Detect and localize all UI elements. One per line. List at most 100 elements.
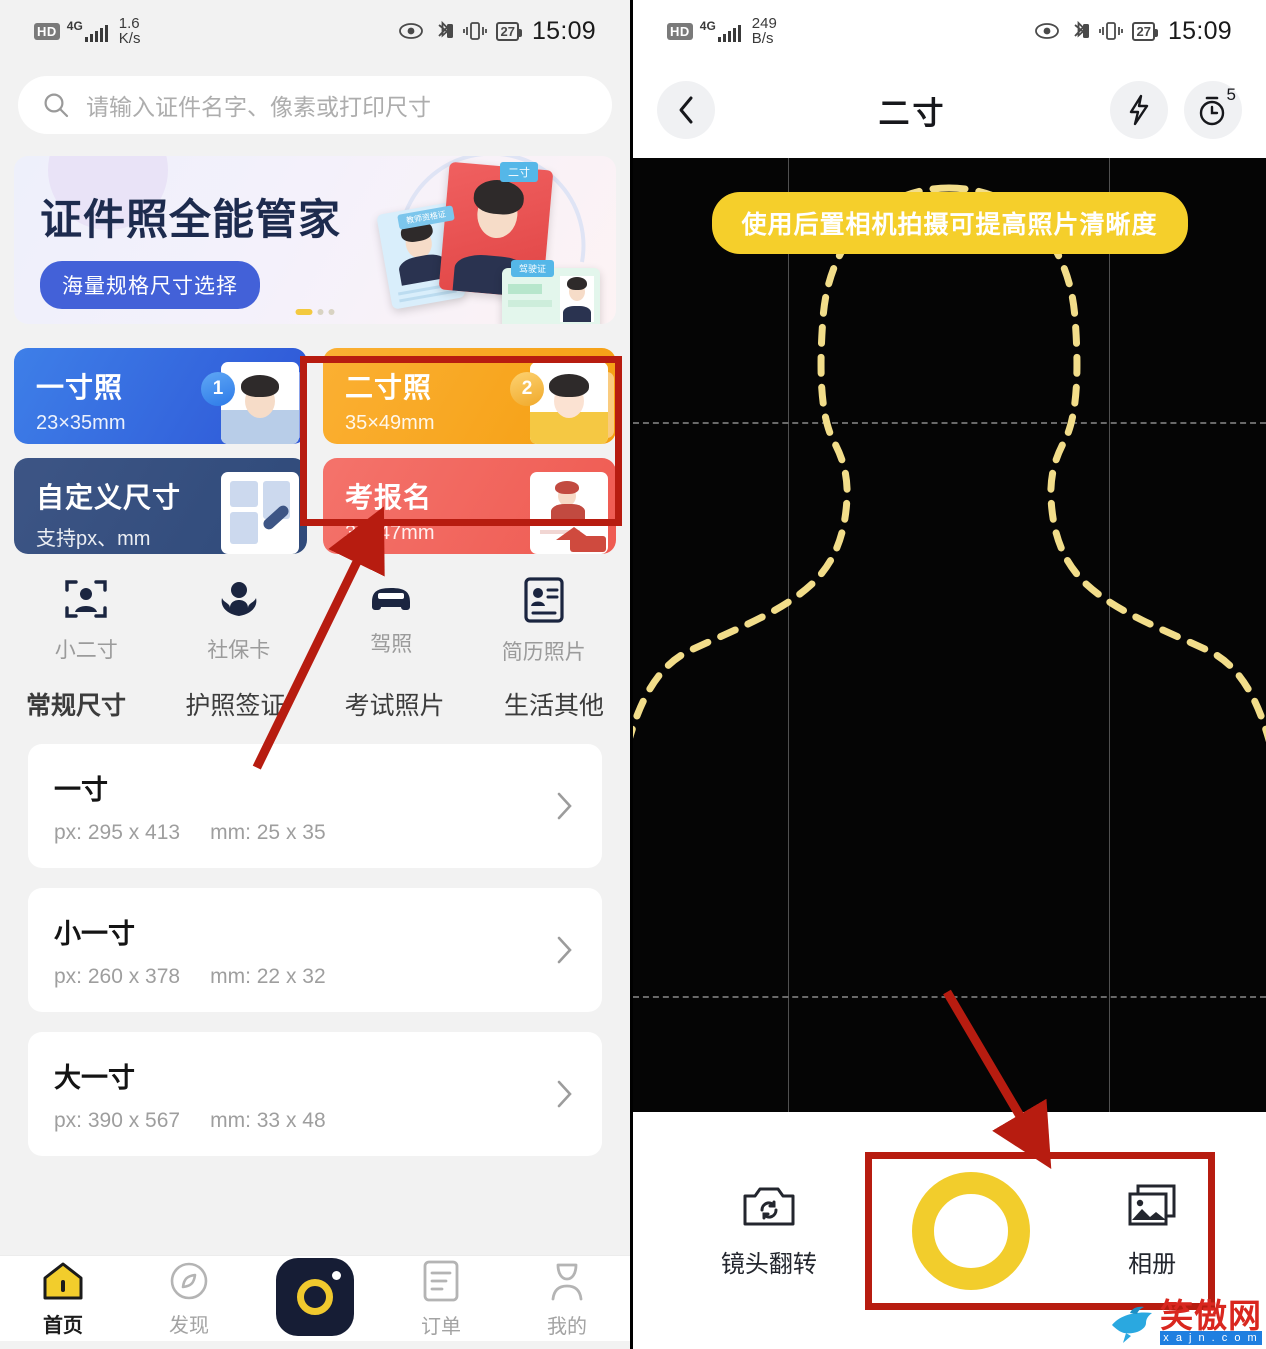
nav-item-label: 我的	[547, 1315, 587, 1338]
chevron-right-icon	[557, 936, 572, 964]
flash-button[interactable]	[1110, 81, 1168, 139]
flip-camera-button[interactable]: 镜头翻转	[721, 1182, 817, 1279]
quick-card-one-inch[interactable]: 一寸照 23×35mm 1	[14, 348, 307, 444]
bluetooth-icon	[438, 20, 454, 38]
tab-life-other[interactable]: 生活其他	[502, 686, 606, 722]
signal-bars-icon	[84, 24, 108, 42]
shutter-button[interactable]	[912, 1171, 1031, 1290]
tab-passport-visa[interactable]: 护照签证	[183, 686, 287, 722]
page-title: 二寸	[878, 95, 947, 131]
tab-standard-size[interactable]: 常规尺寸	[21, 686, 131, 722]
quick-card-art	[512, 468, 610, 554]
album-button[interactable]: 相册	[1126, 1182, 1178, 1279]
right-phone-panel: HD 4G 249 B/s 27 15:09 二寸 5 使用后置相机拍摄可提高照…	[633, 0, 1266, 1349]
battery-icon: 27	[1132, 21, 1159, 41]
list-item[interactable]: 一寸 px: 295 x 413 mm: 25 x 35	[28, 744, 602, 868]
icon-item-label: 简历照片	[501, 641, 586, 664]
control-label: 镜头翻转	[720, 1251, 817, 1278]
person-silhouette-guide-icon	[633, 184, 1266, 743]
status-left-group: HD 4G 249 B/s	[667, 16, 777, 46]
portrait-frame-icon	[65, 580, 107, 618]
eye-icon	[399, 23, 424, 39]
battery-icon: 27	[496, 21, 523, 41]
signal-bars-icon	[717, 24, 741, 42]
icon-item-resume-photo[interactable]: 简历照片	[468, 576, 621, 666]
control-label: 相册	[1128, 1251, 1177, 1278]
nav-item-camera[interactable]	[252, 1257, 378, 1340]
quick-card-exam-registration[interactable]: 考报名 36×47mm	[323, 458, 616, 554]
user-icon	[551, 1263, 583, 1300]
category-icon-row: 小二寸 社保卡 驾照 简历照片	[10, 576, 620, 666]
hd-icon: HD	[667, 22, 693, 40]
signal-icon: 4G	[67, 20, 108, 42]
hd-icon: HD	[34, 22, 60, 40]
compass-icon	[170, 1262, 208, 1299]
car-icon	[372, 588, 411, 610]
size-item-mm: mm: 22 x 32	[210, 964, 326, 988]
quick-card-custom-size[interactable]: 自定义尺寸 支持px、mm	[14, 458, 307, 554]
icon-item-social-card[interactable]: 社保卡	[163, 576, 316, 666]
quick-card-badge: 1	[201, 372, 235, 406]
status-right-group: 27 15:09	[399, 17, 596, 46]
search-placeholder: 请输入证件名字、像素或打印尺寸	[86, 94, 431, 120]
size-list: 一寸 px: 295 x 413 mm: 25 x 35 小一寸 px: 260…	[28, 744, 602, 1156]
chevron-right-icon	[557, 792, 572, 820]
timer-value: 5	[1226, 85, 1236, 104]
banner-cta-pill[interactable]: 海量规格尺寸选择	[40, 261, 260, 309]
list-item[interactable]: 小一寸 px: 260 x 378 mm: 22 x 32	[28, 888, 602, 1012]
camera-tip-banner: 使用后置相机拍摄可提高照片清晰度	[711, 192, 1188, 254]
search-input[interactable]: 请输入证件名字、像素或打印尺寸	[18, 76, 612, 134]
icon-item-driver-license[interactable]: 驾照	[315, 576, 468, 666]
status-bar-right: HD 4G 249 B/s 27 15:09	[633, 0, 1266, 62]
promo-banner[interactable]: 证件照全能管家 海量规格尺寸选择 二寸 教师资格证 驾驶证	[14, 156, 616, 324]
vibrate-icon	[1099, 22, 1124, 40]
chevron-left-icon	[679, 96, 693, 124]
quick-card-art	[203, 468, 301, 554]
network-speed: 249 B/s	[751, 15, 777, 47]
size-item-name: 小一寸	[54, 918, 135, 949]
size-item-name: 大一寸	[54, 1062, 135, 1093]
camera-fab-icon[interactable]	[276, 1257, 354, 1336]
timer-button[interactable]: 5	[1184, 81, 1242, 139]
status-left-group: HD 4G 1.6 K/s	[34, 16, 140, 46]
watermark-url: x a j n . c o m	[1160, 1331, 1262, 1345]
category-tabs: 常规尺寸 护照签证 考试照片 生活其他	[21, 686, 606, 722]
list-item[interactable]: 大一寸 px: 390 x 567 mm: 33 x 48	[28, 1032, 602, 1156]
tab-exam-photo[interactable]: 考试照片	[343, 686, 447, 722]
order-list-icon	[423, 1260, 459, 1301]
status-clock: 15:09	[1167, 16, 1232, 45]
nav-item-orders[interactable]: 订单	[378, 1259, 504, 1339]
size-item-mm: mm: 25 x 35	[210, 820, 326, 844]
banner-text-block: 证件照全能管家 海量规格尺寸选择	[40, 186, 341, 309]
nav-item-label: 发现	[169, 1314, 209, 1337]
icon-item-label: 驾照	[370, 633, 413, 656]
quick-card-two-inch[interactable]: 二寸照 35×49mm 2	[323, 348, 616, 444]
nav-item-discover[interactable]: 发现	[126, 1260, 252, 1338]
banner-pagination-dots[interactable]	[295, 309, 335, 315]
search-icon	[44, 93, 69, 118]
size-item-px: px: 260 x 378	[54, 964, 181, 988]
status-clock: 15:09	[531, 16, 596, 45]
nav-item-home[interactable]: 首页	[0, 1260, 126, 1338]
eye-icon	[1035, 23, 1060, 39]
flash-icon	[1129, 94, 1149, 126]
camera-flip-icon	[743, 1187, 795, 1226]
icon-item-small-two-inch[interactable]: 小二寸	[10, 576, 163, 666]
timer-icon	[1199, 96, 1225, 126]
banner-tag-main: 二寸	[500, 162, 538, 182]
nav-item-label: 订单	[421, 1315, 461, 1338]
bluetooth-icon	[1074, 20, 1090, 38]
watermark-name: 笑傲网	[1160, 1296, 1262, 1334]
nav-item-profile[interactable]: 我的	[504, 1259, 630, 1339]
status-bar-left: HD 4G 1.6 K/s 27 15:09	[0, 0, 630, 62]
banner-tag-license: 驾驶证	[510, 260, 554, 277]
signal-icon: 4G	[700, 20, 741, 42]
status-right-group: 27 15:09	[1035, 17, 1232, 46]
dual-phone-screenshot: HD 4G 1.6 K/s 27 15:09 请输入证件名字、像素或打印尺寸 证…	[0, 0, 1266, 1349]
icon-item-label: 小二寸	[54, 639, 118, 662]
home-icon	[43, 1262, 83, 1299]
icon-item-label: 社保卡	[207, 639, 271, 662]
album-icon	[1128, 1184, 1176, 1226]
back-button[interactable]	[657, 81, 715, 139]
camera-viewfinder[interactable]: 使用后置相机拍摄可提高照片清晰度	[633, 158, 1266, 1174]
